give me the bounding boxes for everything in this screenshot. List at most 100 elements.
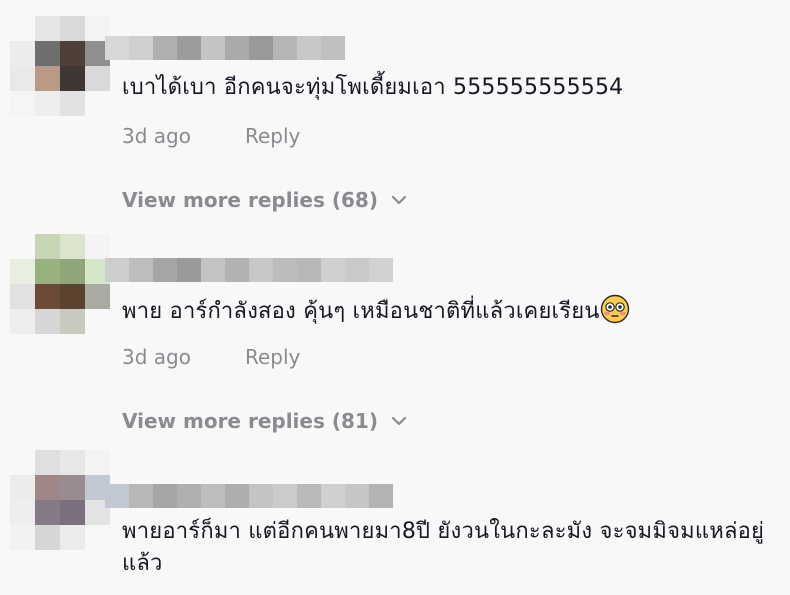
comment-meta: 3d ago Reply bbox=[122, 124, 300, 148]
avatar-pixel bbox=[85, 525, 110, 550]
username-pixel bbox=[273, 484, 297, 508]
avatar-pixel bbox=[10, 66, 35, 91]
username-blurred[interactable] bbox=[105, 258, 393, 282]
username-pixel bbox=[321, 258, 345, 282]
avatar-pixel bbox=[35, 475, 60, 500]
username-pixel bbox=[201, 36, 225, 60]
avatar-pixel bbox=[60, 41, 85, 66]
reply-button[interactable]: Reply bbox=[245, 345, 300, 369]
avatar-pixel bbox=[60, 525, 85, 550]
avatar-pixel bbox=[35, 500, 60, 525]
avatar-pixel bbox=[60, 16, 85, 41]
reply-button[interactable]: Reply bbox=[245, 124, 300, 148]
comment-text-body: พาย อาร์กำลังสอง คุ้นๆ เหมือนชาติที่แล้ว… bbox=[122, 299, 600, 324]
username-pixel bbox=[177, 36, 201, 60]
username-pixel bbox=[129, 258, 153, 282]
username-pixel bbox=[225, 36, 249, 60]
username-pixel bbox=[273, 258, 297, 282]
view-more-replies-button[interactable]: View more replies (68) bbox=[122, 188, 408, 212]
avatar-pixel bbox=[10, 41, 35, 66]
avatar-pixel bbox=[10, 91, 35, 116]
username-pixel bbox=[225, 484, 249, 508]
username-pixel bbox=[177, 484, 201, 508]
username-pixel bbox=[129, 484, 153, 508]
avatar-pixel bbox=[10, 259, 35, 284]
avatar-pixel bbox=[10, 234, 35, 259]
username-pixel bbox=[153, 258, 177, 282]
avatar-pixel bbox=[35, 234, 60, 259]
avatar-pixel bbox=[10, 525, 35, 550]
comment-text: พายอาร์ก็มา แต่อีกคนพายมา8ปี ยังวนในกะละ… bbox=[122, 519, 765, 576]
avatar-pixel bbox=[35, 41, 60, 66]
avatar[interactable] bbox=[10, 450, 110, 550]
username-pixel bbox=[369, 258, 393, 282]
avatar-pixel bbox=[60, 284, 85, 309]
avatar-pixel bbox=[35, 450, 60, 475]
avatar-pixel bbox=[60, 259, 85, 284]
username-pixel bbox=[297, 484, 321, 508]
avatar-pixel bbox=[35, 309, 60, 334]
username-pixel bbox=[297, 258, 321, 282]
avatar[interactable] bbox=[10, 16, 110, 116]
username-pixel bbox=[105, 484, 129, 508]
avatar-pixel bbox=[60, 309, 85, 334]
chevron-down-icon bbox=[391, 416, 407, 426]
avatar-pixel bbox=[85, 91, 110, 116]
avatar-pixel bbox=[60, 66, 85, 91]
comment-date: 3d ago bbox=[122, 124, 191, 148]
username-pixel bbox=[249, 258, 273, 282]
avatar-pixel bbox=[60, 500, 85, 525]
username-pixel bbox=[369, 484, 393, 508]
avatar-pixel bbox=[10, 284, 35, 309]
comment-text: พาย อาร์กำลังสอง คุ้นๆ เหมือนชาติที่แล้ว… bbox=[122, 294, 782, 328]
username-pixel bbox=[201, 484, 225, 508]
username-pixel bbox=[129, 36, 153, 60]
avatar-pixel bbox=[35, 525, 60, 550]
username-pixel bbox=[153, 484, 177, 508]
avatar-pixel bbox=[60, 450, 85, 475]
avatar-pixel bbox=[60, 475, 85, 500]
username-pixel bbox=[345, 484, 369, 508]
username-pixel bbox=[273, 36, 297, 60]
username-blurred[interactable] bbox=[105, 36, 345, 60]
avatar-pixel bbox=[10, 500, 35, 525]
username-pixel bbox=[177, 258, 201, 282]
username-pixel bbox=[321, 36, 345, 60]
username-blurred[interactable] bbox=[105, 484, 393, 508]
avatar-pixel bbox=[10, 16, 35, 41]
view-more-replies-button[interactable]: View more replies (81) bbox=[122, 409, 408, 433]
avatar-pixel bbox=[10, 475, 35, 500]
avatar-pixel bbox=[60, 91, 85, 116]
username-pixel bbox=[225, 258, 249, 282]
username-pixel bbox=[249, 36, 273, 60]
flushed-face-icon bbox=[600, 294, 629, 324]
username-pixel bbox=[249, 484, 273, 508]
username-pixel bbox=[321, 484, 345, 508]
avatar-pixel bbox=[35, 66, 60, 91]
chevron-down-icon bbox=[391, 195, 407, 205]
comment-text: เบาได้เบา อีกคนจะทุ่มโพเดี้ยมเอา 5555555… bbox=[122, 75, 624, 100]
username-pixel bbox=[153, 36, 177, 60]
avatar-pixel bbox=[60, 234, 85, 259]
username-pixel bbox=[201, 258, 225, 282]
avatar-pixel bbox=[35, 91, 60, 116]
avatar-pixel bbox=[35, 259, 60, 284]
avatar-pixel bbox=[85, 450, 110, 475]
view-more-replies-label: View more replies (81) bbox=[122, 409, 378, 433]
view-more-replies-label: View more replies (68) bbox=[122, 188, 378, 212]
avatar-pixel bbox=[85, 309, 110, 334]
avatar-pixel bbox=[85, 234, 110, 259]
avatar-pixel bbox=[85, 66, 110, 91]
avatar[interactable] bbox=[10, 234, 110, 334]
comment-meta: 3d ago Reply bbox=[122, 345, 300, 369]
avatar-pixel bbox=[10, 450, 35, 475]
username-pixel bbox=[297, 36, 321, 60]
avatar-pixel bbox=[35, 16, 60, 41]
username-pixel bbox=[345, 258, 369, 282]
comment-date: 3d ago bbox=[122, 345, 191, 369]
username-pixel bbox=[105, 258, 129, 282]
username-pixel bbox=[105, 36, 129, 60]
avatar-pixel bbox=[85, 284, 110, 309]
avatar-pixel bbox=[10, 309, 35, 334]
avatar-pixel bbox=[35, 284, 60, 309]
